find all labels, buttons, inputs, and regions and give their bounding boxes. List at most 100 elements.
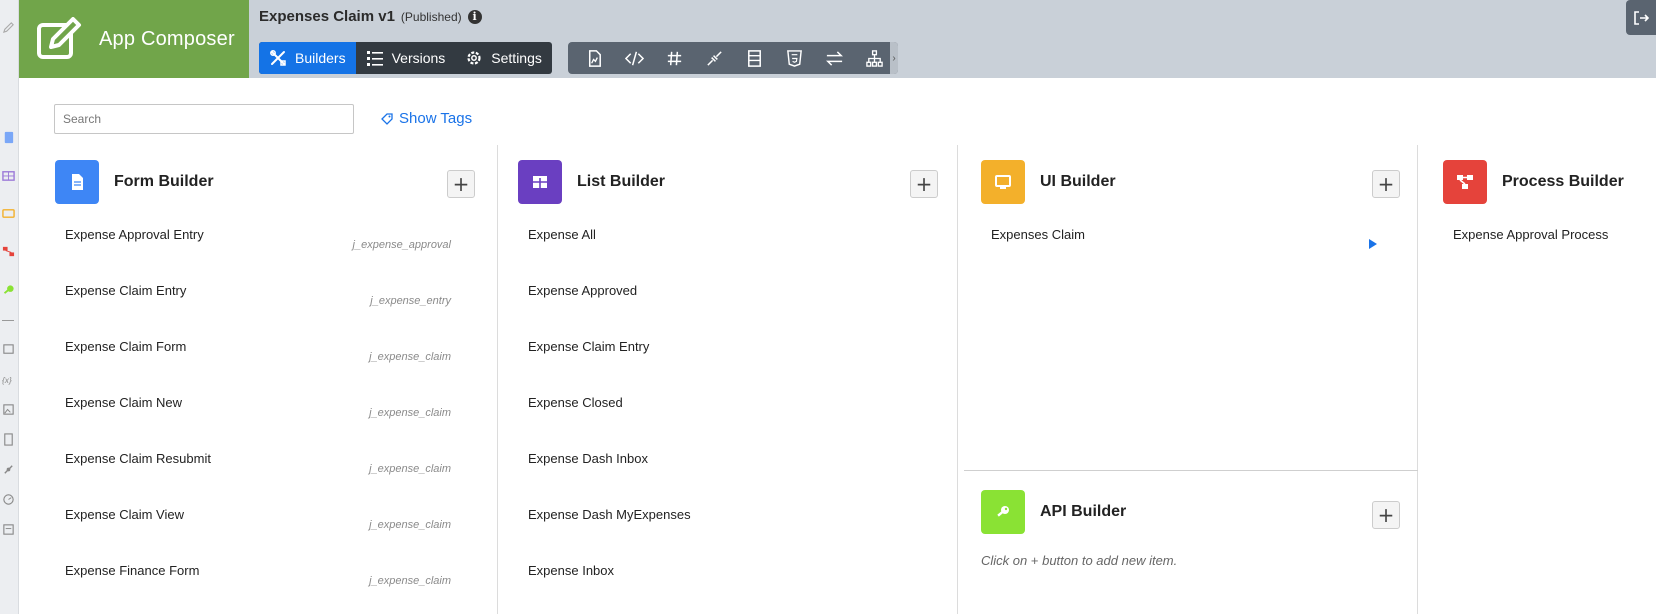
tab-label: Settings — [491, 50, 542, 66]
list-item[interactable]: Expense Inbox — [528, 563, 614, 578]
tab-versions[interactable]: Versions — [356, 42, 456, 74]
code-icon[interactable] — [614, 42, 654, 74]
list-item[interactable]: Expense Claim New — [65, 395, 182, 410]
toolbar-more-button[interactable]: › — [890, 42, 898, 74]
key-icon[interactable] — [1, 283, 15, 297]
list-builder-title: List Builder — [577, 173, 666, 190]
table-icon[interactable] — [734, 42, 774, 74]
list-icon[interactable] — [1, 168, 15, 182]
variable-icon[interactable]: {x} — [1, 372, 15, 386]
list-item[interactable]: Expense Approval Entry — [65, 227, 204, 242]
form-builder-icon — [55, 160, 99, 204]
form-builder-header: Form Builder — [55, 160, 214, 204]
tab-builders[interactable]: Builders — [259, 42, 356, 74]
item-tag: j_expense_claim — [369, 519, 451, 531]
html5-icon[interactable] — [774, 42, 814, 74]
list-item[interactable]: Expense Claim Resubmit — [65, 451, 211, 466]
item-tag: j_expense_approval — [352, 239, 451, 251]
form-builder-title: Form Builder — [114, 173, 214, 190]
svg-text:{x}: {x} — [2, 375, 12, 385]
add-form-button[interactable]: + — [447, 170, 475, 198]
item-tag: j_expense_claim — [369, 463, 451, 475]
form-icon[interactable] — [1, 130, 15, 144]
show-tags-label: Show Tags — [399, 110, 473, 127]
main-tabs: Builders Versions Settings — [259, 42, 552, 74]
list-item[interactable]: Expense Claim Entry — [65, 283, 186, 298]
list-item[interactable]: Expense Closed — [528, 395, 623, 410]
gear-icon — [467, 51, 481, 65]
process-builder-icon — [1443, 160, 1487, 204]
column-divider — [497, 145, 498, 614]
tag-icon — [381, 112, 393, 125]
app-name: Expenses Claim v1 — [259, 8, 395, 25]
add-ui-button[interactable]: + — [1372, 170, 1400, 198]
left-rail: {x} — [0, 0, 19, 614]
list-item[interactable]: Expense Dash Inbox — [528, 451, 648, 466]
list-item[interactable]: Expense All — [528, 227, 596, 242]
list-item[interactable]: Expense Approval Process — [1453, 227, 1608, 242]
api-builder-header: API Builder — [981, 490, 1126, 534]
hash-icon[interactable] — [654, 42, 694, 74]
tab-label: Builders — [295, 50, 346, 66]
add-list-button[interactable]: + — [910, 170, 938, 198]
document-icon[interactable] — [1, 432, 15, 446]
image-icon[interactable] — [1, 402, 15, 416]
ui-builder-header: UI Builder — [981, 160, 1116, 204]
process-icon[interactable] — [1, 244, 15, 258]
process-builder-header: Process Builder — [1443, 160, 1624, 204]
item-tag: j_expense_claim — [369, 407, 451, 419]
monitor-icon[interactable] — [1, 206, 15, 220]
report-icon[interactable] — [1, 522, 15, 536]
ui-builder-icon — [981, 160, 1025, 204]
plug-icon[interactable] — [694, 42, 734, 74]
edit-icon[interactable] — [1, 20, 15, 34]
tool-toolbar: › — [568, 42, 898, 74]
exit-button[interactable] — [1626, 0, 1656, 35]
app-title: Expenses Claim v1 (Published) i — [259, 8, 482, 25]
section-divider — [964, 470, 1418, 471]
column-divider — [957, 145, 958, 614]
list-item[interactable]: Expense Claim Entry — [528, 339, 649, 354]
column-divider — [1417, 145, 1418, 614]
list-item[interactable]: Expense Claim View — [65, 507, 184, 522]
api-builder-icon — [981, 490, 1025, 534]
chart-file-icon[interactable] — [574, 42, 614, 74]
show-tags-link[interactable]: Show Tags — [380, 110, 472, 127]
brand-block[interactable]: App Composer — [19, 0, 249, 78]
add-api-button[interactable]: + — [1372, 501, 1400, 529]
search-input[interactable] — [54, 104, 354, 134]
list-item[interactable]: Expense Claim Form — [65, 339, 186, 354]
list-item[interactable]: Expense Finance Form — [65, 563, 199, 578]
api-builder-title: API Builder — [1040, 503, 1127, 520]
hint-before: Click on — [981, 553, 1028, 568]
hint-after: button to add new item. — [1042, 553, 1178, 568]
rail-divider — [2, 320, 14, 321]
edit-square-icon — [37, 17, 81, 59]
tab-label: Versions — [391, 50, 446, 66]
tab-settings[interactable]: Settings — [455, 42, 552, 74]
plus-icon: + — [1030, 553, 1039, 568]
list-builder-header: List Builder — [518, 160, 665, 204]
sign-out-icon — [1634, 10, 1649, 25]
info-icon[interactable]: i — [467, 9, 482, 24]
plug-icon[interactable] — [1, 462, 15, 476]
list-item[interactable]: Expenses Claim — [991, 227, 1085, 242]
list-builder-icon — [518, 160, 562, 204]
app-status: (Published) — [400, 9, 462, 24]
list-item[interactable]: Expense Approved — [528, 283, 637, 298]
item-tag: j_expense_entry — [370, 295, 451, 307]
list-item[interactable]: Expense Dash MyExpenses — [528, 507, 691, 522]
brand-label: App Composer — [99, 27, 235, 50]
exchange-icon[interactable] — [814, 42, 854, 74]
list-icon — [366, 51, 383, 66]
tools-icon — [270, 50, 286, 66]
gauge-icon[interactable] — [1, 492, 15, 506]
empty-hint: Click on + button to add new item. — [981, 553, 1177, 568]
process-builder-title: Process Builder — [1502, 173, 1624, 190]
note-icon[interactable] — [1, 342, 15, 356]
sitemap-icon[interactable] — [854, 42, 894, 74]
item-tag: j_expense_claim — [369, 575, 451, 587]
ui-builder-title: UI Builder — [1040, 173, 1116, 190]
play-icon[interactable] — [1369, 239, 1377, 249]
item-tag: j_expense_claim — [369, 351, 451, 363]
